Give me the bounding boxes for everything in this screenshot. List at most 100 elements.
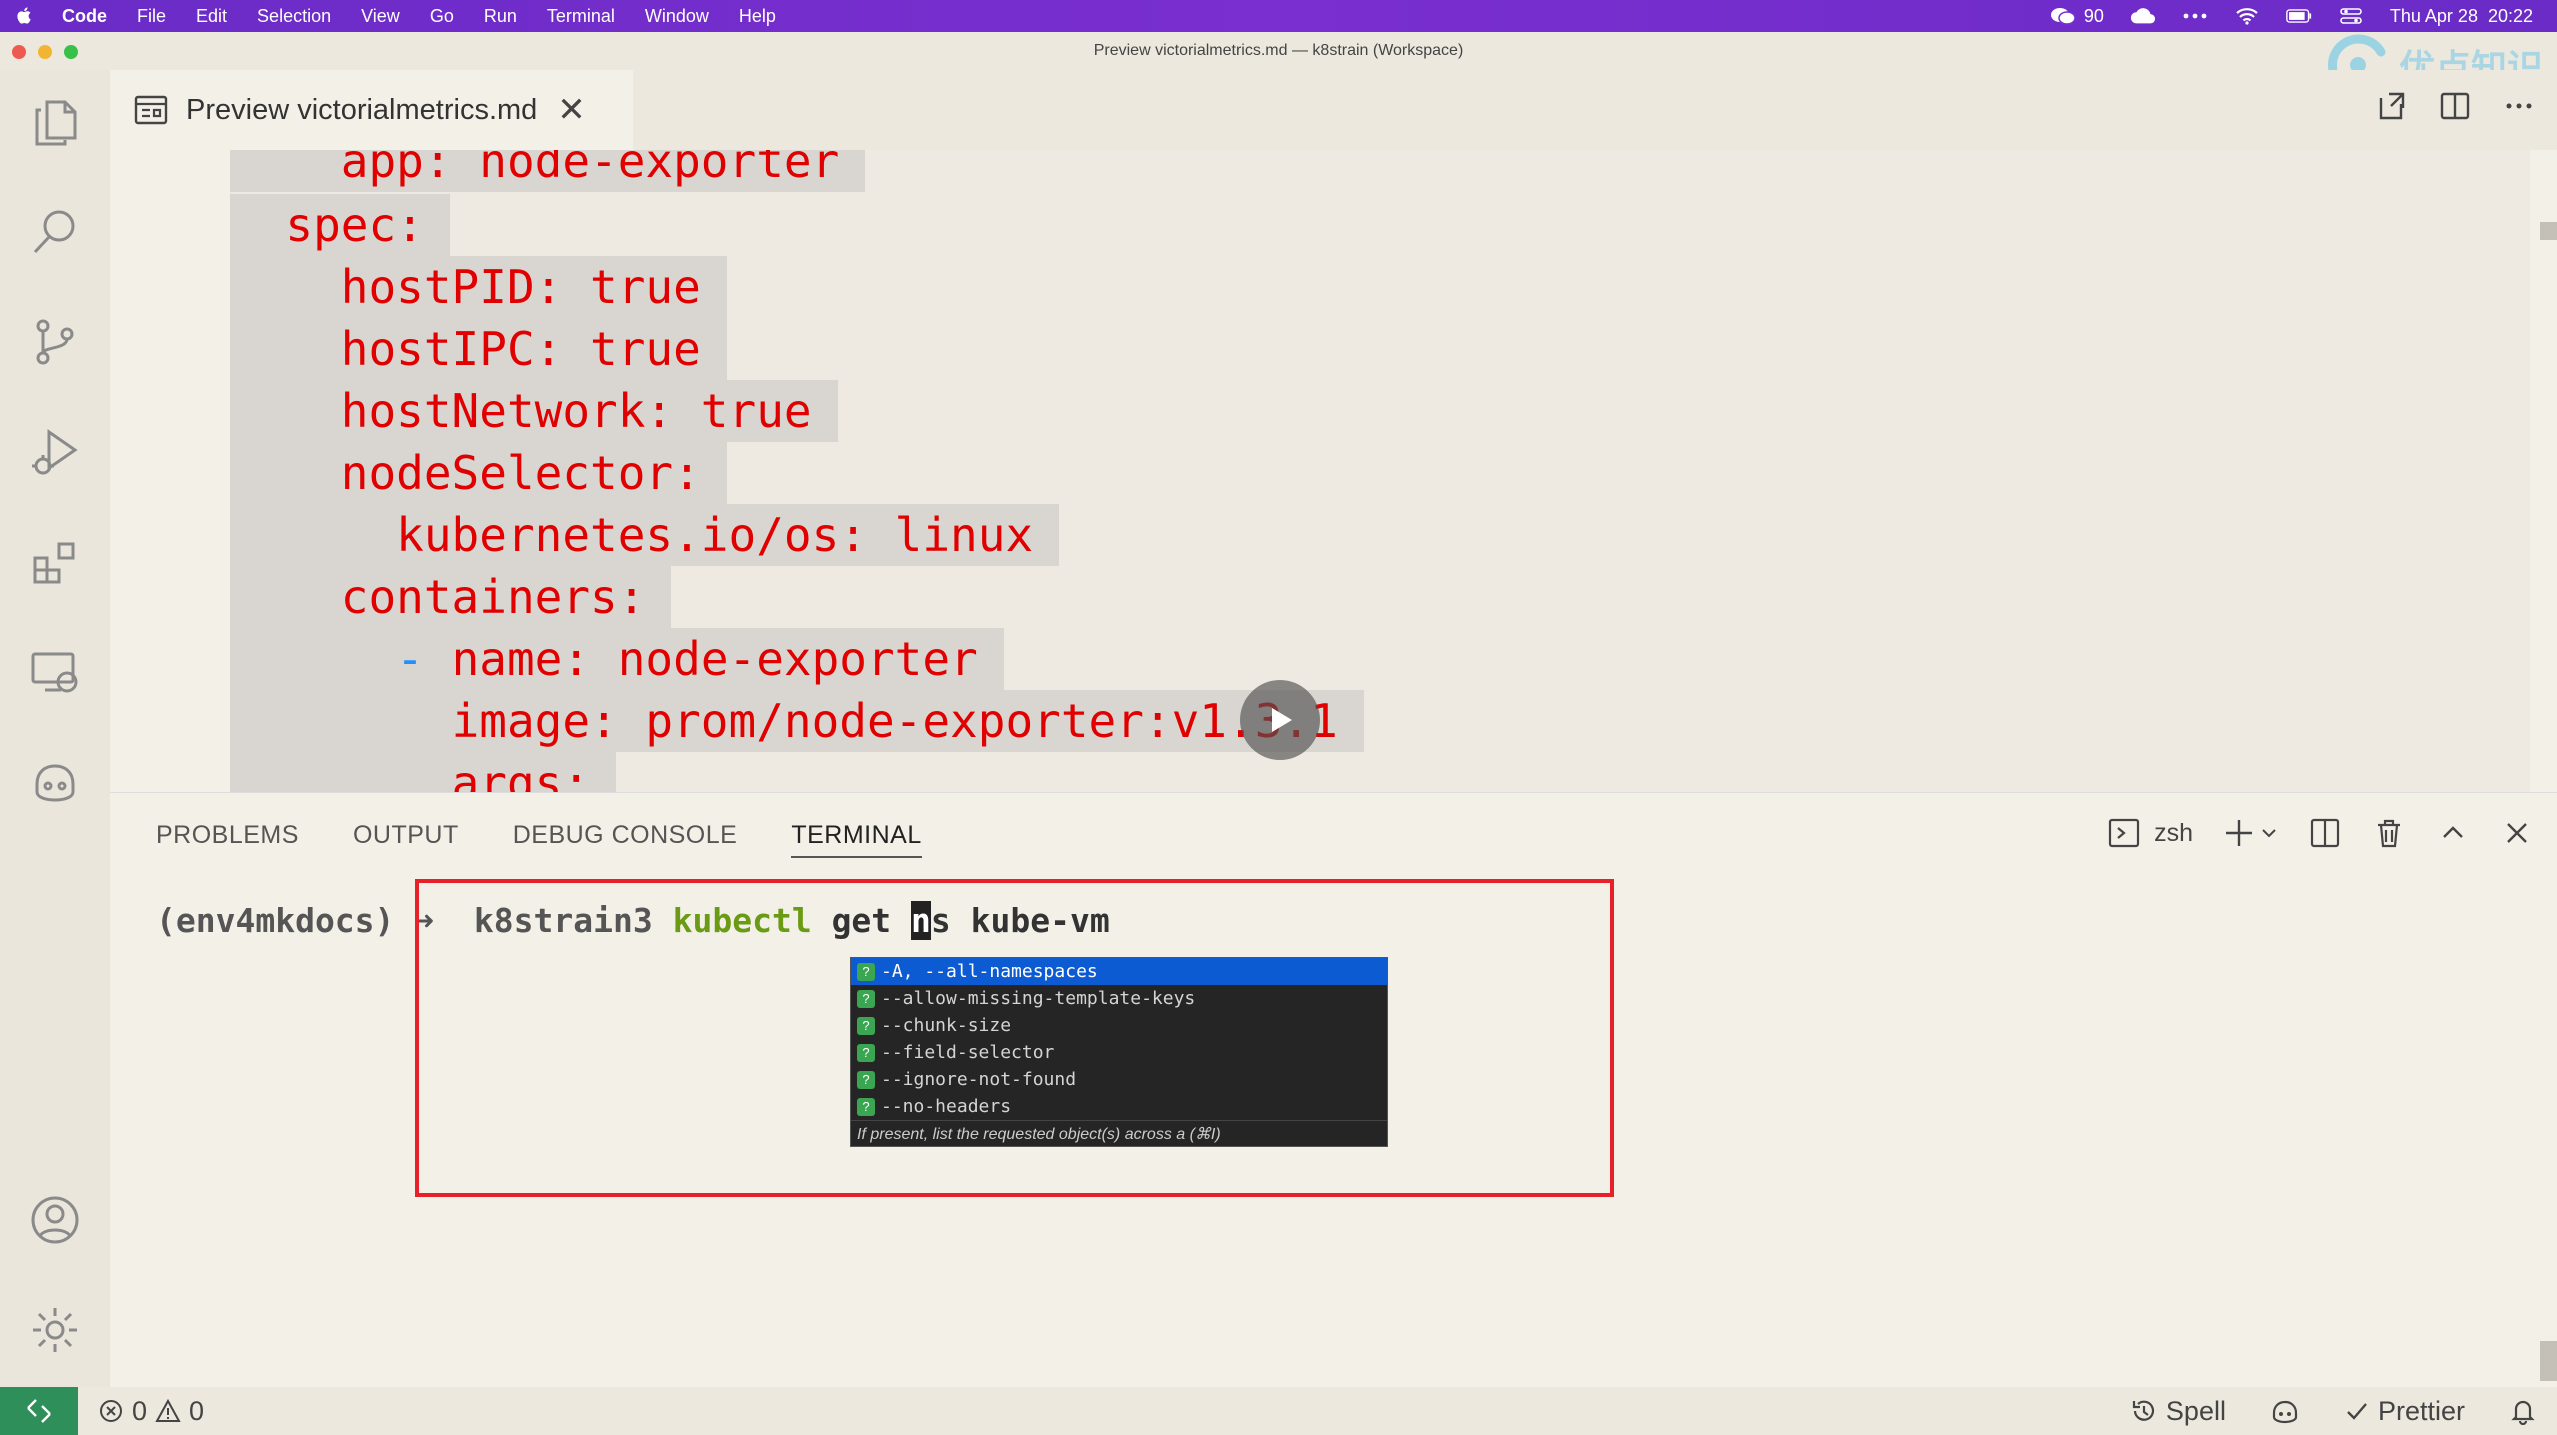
wifi-icon[interactable] — [2234, 6, 2260, 26]
option-icon: ? — [857, 1097, 875, 1116]
menu-terminal[interactable]: Terminal — [547, 6, 615, 27]
tab-output[interactable]: OUTPUT — [353, 821, 459, 858]
apple-icon[interactable] — [16, 6, 34, 26]
option-icon: ? — [857, 1070, 875, 1089]
editor-tab-bar: Preview victorialmetrics.md ✕ — [110, 70, 2557, 150]
code-line: nodeSelector: — [230, 442, 727, 504]
code-line: image: prom/node-exporter:v1.3.1 — [230, 690, 1364, 752]
search-icon[interactable] — [25, 202, 85, 262]
option-icon: ? — [857, 1043, 875, 1062]
menu-run[interactable]: Run — [484, 6, 517, 27]
source-control-icon[interactable] — [25, 312, 85, 372]
suggestion-item[interactable]: ? --no-headers — [851, 1093, 1387, 1120]
tab-label: Preview victorialmetrics.md — [186, 93, 538, 126]
accounts-icon[interactable] — [25, 1190, 85, 1250]
tab-debug-console[interactable]: DEBUG CONSOLE — [513, 821, 738, 858]
tab-terminal[interactable]: TERMINAL — [791, 821, 922, 858]
prompt-env: (env4mkdocs) — [156, 901, 395, 940]
window-titlebar: Preview victorialmetrics.md — k8strain (… — [0, 32, 2557, 70]
suggestion-item[interactable]: ? -A, --all-namespaces — [851, 958, 1387, 985]
menu-file[interactable]: File — [137, 6, 166, 27]
code-block: app: node-exporter spec: hostPID: true h… — [230, 150, 2530, 792]
warning-count: 0 — [189, 1395, 205, 1426]
autocomplete-widget[interactable]: ? -A, --all-namespaces ? --allow-missing-t… — [850, 957, 1388, 1147]
code-line: - name: node-exporter — [230, 628, 1004, 690]
cloud-icon[interactable] — [2130, 6, 2156, 26]
markdown-preview[interactable]: app: node-exporter spec: hostPID: true h… — [110, 150, 2557, 792]
wechat-count: 90 — [2083, 5, 2104, 26]
code-line: app: node-exporter — [230, 150, 866, 192]
terminal-shell-selector[interactable]: zsh — [2106, 815, 2193, 851]
close-panel-icon[interactable] — [2499, 815, 2535, 851]
extensions-icon[interactable] — [25, 532, 85, 592]
trash-icon[interactable] — [2371, 815, 2407, 851]
remote-indicator-icon[interactable] — [0, 1387, 78, 1435]
code-line: hostPID: true — [230, 256, 727, 318]
error-count: 0 — [132, 1395, 148, 1426]
editor-scrollbar-thumb[interactable] — [2540, 222, 2557, 240]
settings-gear-icon[interactable] — [25, 1300, 85, 1360]
option-icon: ? — [857, 1016, 875, 1035]
window-title: Preview victorialmetrics.md — k8strain (… — [1093, 42, 1464, 59]
status-bar: 0 0 Spell Prettier — [0, 1387, 2557, 1435]
menu-window[interactable]: Window — [645, 6, 709, 27]
menu-view[interactable]: View — [361, 6, 400, 27]
split-terminal-icon[interactable] — [2307, 815, 2343, 851]
preview-icon — [134, 95, 168, 125]
play-icon[interactable] — [1240, 680, 1320, 760]
option-icon: ? — [857, 962, 875, 981]
code-line: kubernetes.io/os: linux — [230, 504, 1060, 566]
code-line: hostNetwork: true — [230, 380, 838, 442]
error-icon — [100, 1400, 122, 1422]
shell-name: zsh — [2154, 818, 2193, 847]
terminal-icon — [2106, 815, 2142, 851]
code-line: spec: — [230, 194, 450, 256]
tab-problems[interactable]: PROBLEMS — [156, 821, 299, 858]
notifications-bell-icon[interactable] — [2509, 1397, 2537, 1425]
bottom-panel: PROBLEMS OUTPUT DEBUG CONSOLE TERMINAL z… — [110, 792, 2557, 1387]
macos-menubar: Code File Edit Selection View Go Run Ter… — [0, 0, 2557, 32]
new-terminal-icon[interactable] — [2221, 815, 2257, 851]
open-source-icon[interactable] — [2373, 88, 2409, 124]
copilot-status-icon[interactable] — [2270, 1397, 2300, 1425]
split-editor-icon[interactable] — [2437, 88, 2473, 124]
wechat-icon[interactable] — [2050, 6, 2076, 26]
clock[interactable]: Thu Apr 28 20:22 — [2390, 6, 2533, 27]
battery-icon[interactable] — [2286, 6, 2312, 26]
menu-go[interactable]: Go — [430, 6, 454, 27]
code-line: hostIPC: true — [230, 318, 727, 380]
menu-selection[interactable]: Selection — [257, 6, 331, 27]
code-line: args: — [230, 752, 617, 792]
more-dots-icon[interactable] — [2182, 6, 2208, 26]
explorer-icon[interactable] — [25, 92, 85, 152]
menu-edit[interactable]: Edit — [196, 6, 227, 27]
suggestion-item[interactable]: ? --chunk-size — [851, 1012, 1387, 1039]
problems-status[interactable]: 0 0 — [98, 1396, 204, 1427]
panel-scrollbar-thumb[interactable] — [2540, 1341, 2557, 1381]
check-icon — [2347, 1403, 2367, 1420]
suggestion-item[interactable]: ? --ignore-not-found — [851, 1066, 1387, 1093]
tab-close-icon[interactable]: ✕ — [557, 90, 586, 130]
activity-bar — [0, 70, 110, 1387]
close-window-button[interactable] — [12, 45, 26, 59]
option-icon: ? — [857, 989, 875, 1008]
warning-icon — [155, 1398, 181, 1422]
copilot-icon[interactable] — [25, 752, 85, 812]
chevron-up-icon[interactable] — [2435, 815, 2471, 851]
control-center-icon[interactable] — [2338, 6, 2364, 26]
zoom-window-button[interactable] — [64, 45, 78, 59]
run-debug-icon[interactable] — [25, 422, 85, 482]
minimize-window-button[interactable] — [38, 45, 52, 59]
remote-explorer-icon[interactable] — [25, 642, 85, 702]
suggestion-item[interactable]: ? --allow-missing-template-keys — [851, 985, 1387, 1012]
prettier-status[interactable]: Prettier — [2344, 1396, 2465, 1427]
menu-app-name[interactable]: Code — [62, 6, 107, 27]
history-icon — [2132, 1400, 2154, 1421]
tab-preview-victorialmetrics[interactable]: Preview victorialmetrics.md ✕ — [110, 70, 633, 150]
menu-help[interactable]: Help — [739, 6, 776, 27]
suggestion-item[interactable]: ? --field-selector — [851, 1039, 1387, 1066]
spell-status[interactable]: Spell — [2130, 1396, 2226, 1427]
suggestion-detail: If present, list the requested object(s)… — [851, 1120, 1387, 1146]
more-actions-icon[interactable] — [2501, 88, 2537, 124]
chevron-down-icon[interactable] — [2259, 815, 2279, 851]
